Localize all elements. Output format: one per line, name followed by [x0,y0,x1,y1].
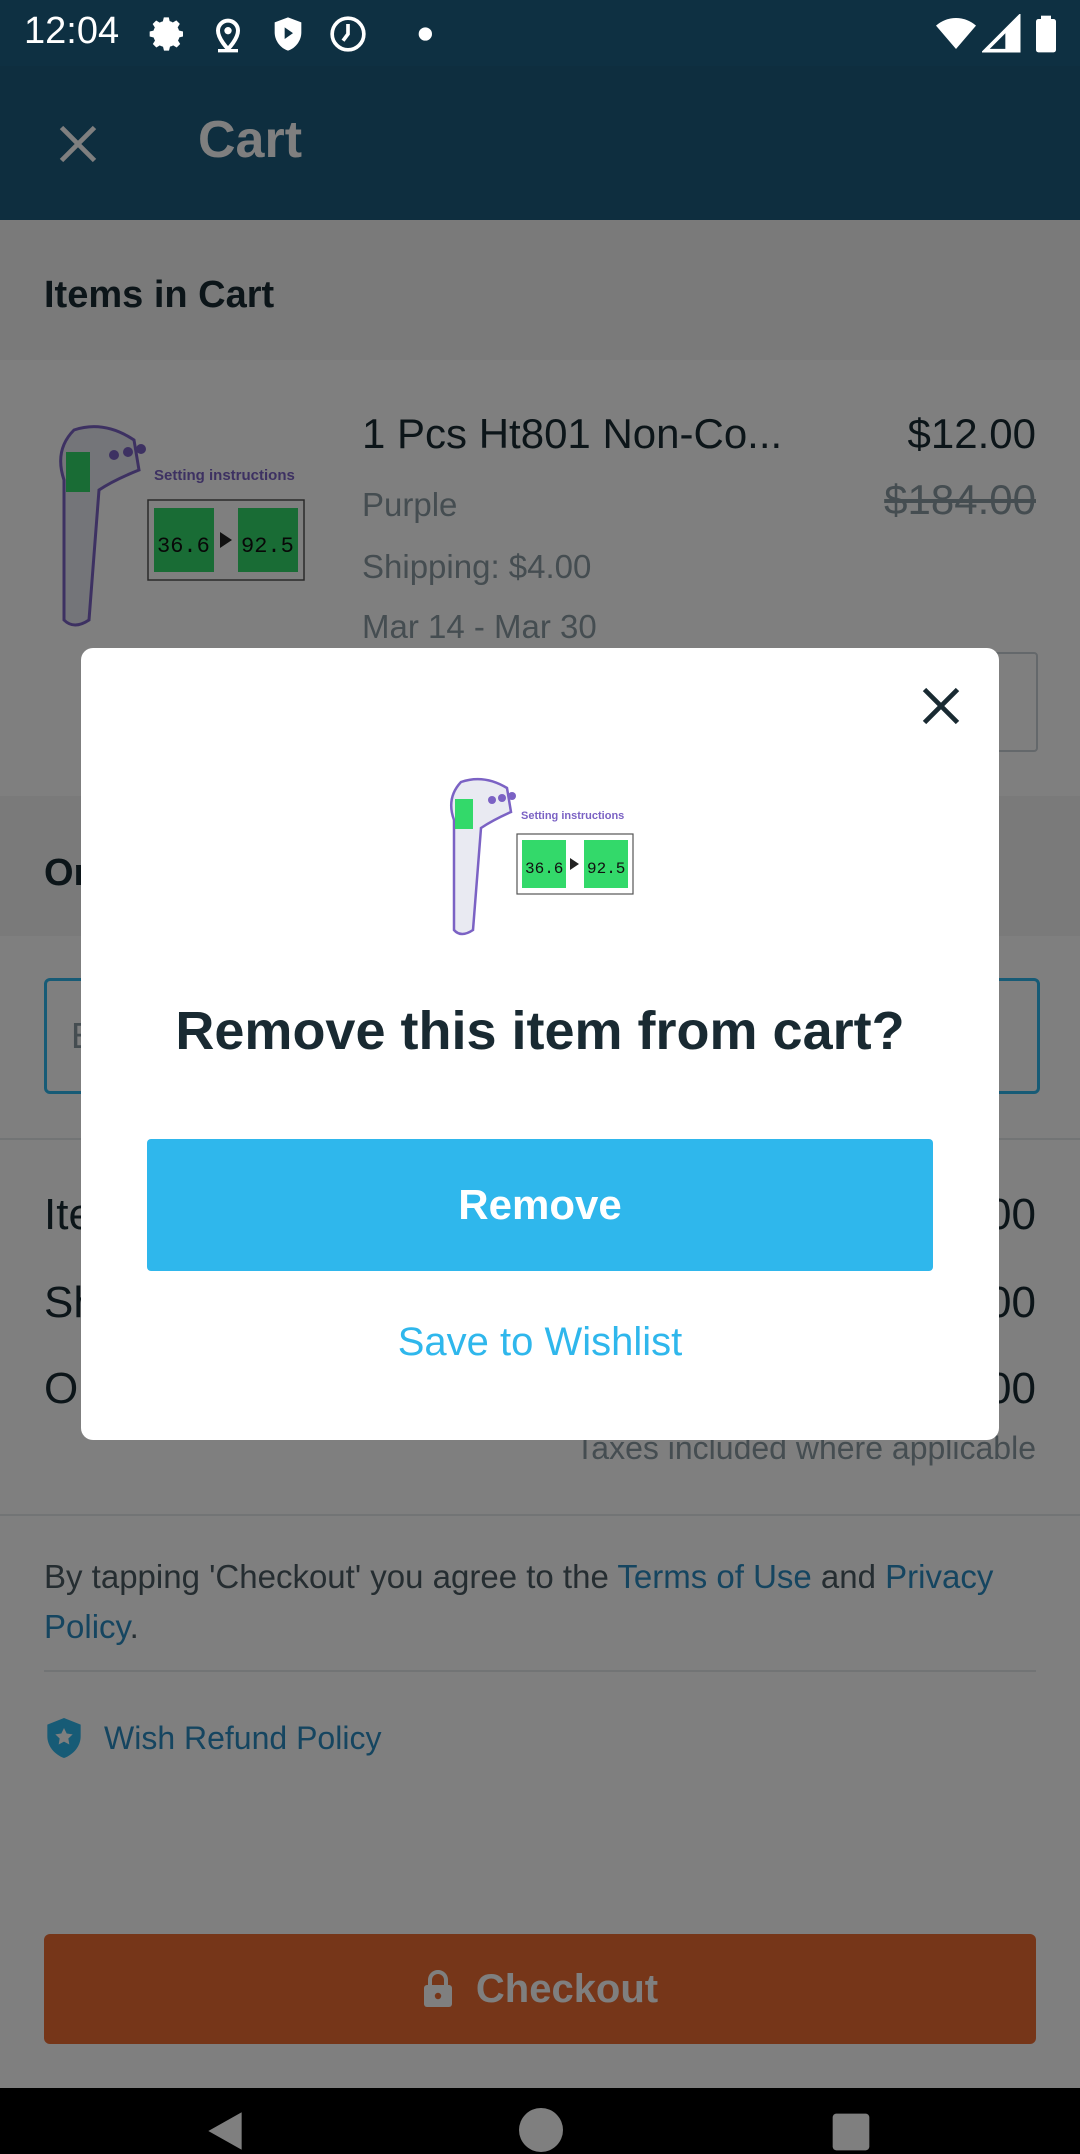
remove-button-label: Remove [458,1181,622,1228]
dialog-image-readout-right: 92.5 [587,860,625,878]
status-bar-spacer [0,0,1080,66]
save-to-wishlist-button[interactable]: Save to Wishlist [81,1320,999,1365]
nav-bar-dim [0,2088,1080,2154]
dialog-product-image: Setting instructions 36.6 92.5 [449,777,634,936]
remove-button[interactable]: Remove [147,1139,933,1271]
remove-item-dialog: Setting instructions 36.6 92.5 Remove th… [81,648,999,1440]
dialog-question: Remove this item from cart? [175,1001,905,1061]
dialog-image-title: Setting instructions [521,810,624,822]
dialog-image-readout-left: 36.6 [525,860,563,878]
close-icon[interactable] [919,684,963,728]
